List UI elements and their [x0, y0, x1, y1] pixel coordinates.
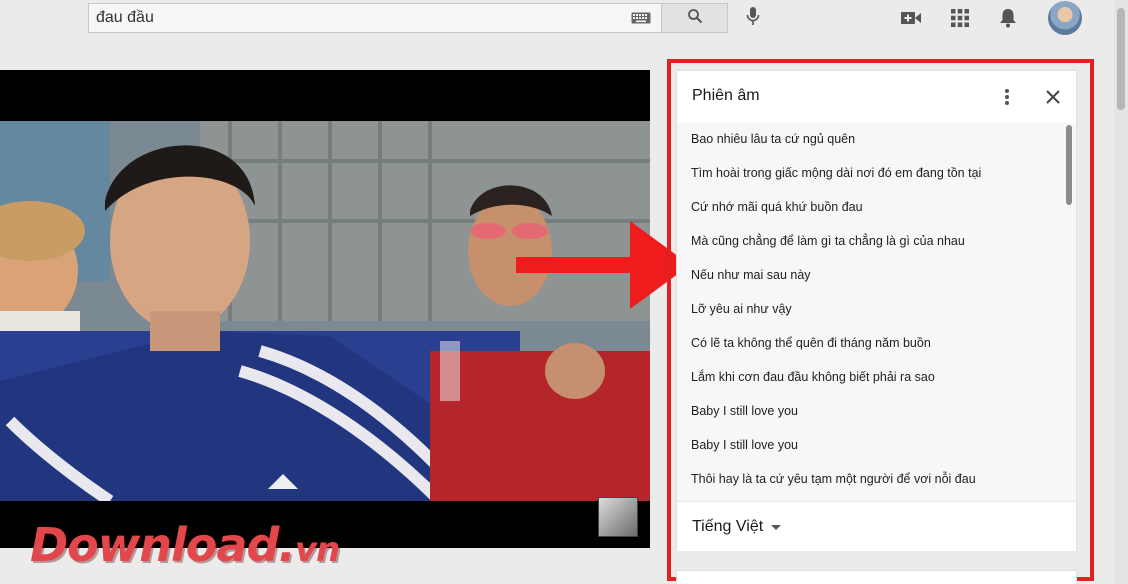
channel-watermark-thumbnail[interactable] [598, 497, 638, 537]
language-dropdown[interactable]: Tiếng Việt [692, 517, 782, 537]
more-vert-icon[interactable] [995, 85, 1019, 109]
dropdown-caret-icon [771, 524, 782, 530]
apps-grid-icon[interactable] [948, 6, 972, 30]
transcript-line[interactable]: Baby I still love you [691, 401, 798, 421]
language-label: Tiếng Việt [692, 518, 764, 535]
transcript-footer: Tiếng Việt [677, 501, 1076, 551]
transcript-panel: Phiên âm Bao nhiêu lâu ta cứ ngủ quên Tì… [676, 70, 1077, 551]
transcript-line[interactable]: Baby I still love you [691, 435, 798, 455]
page-scrollbar-thumb[interactable] [1117, 8, 1125, 110]
transcript-line[interactable]: Thôi hay là ta cứ yêu tạm một người để v… [691, 469, 976, 489]
avatar[interactable] [1048, 1, 1082, 35]
search-button[interactable] [662, 3, 728, 33]
notifications-bell-icon[interactable] [996, 6, 1020, 30]
transcript-line[interactable]: Nếu như mai sau này [691, 265, 811, 285]
transcript-line[interactable]: Bao nhiêu lâu ta cứ ngủ quên [691, 129, 855, 149]
create-video-icon[interactable] [899, 6, 923, 30]
transcript-scrollbar[interactable] [1066, 125, 1072, 205]
transcript-line[interactable]: Mà cũng chẳng để làm gì ta chẳng là gì c… [691, 231, 965, 251]
search-icon [687, 8, 703, 29]
transcript-line[interactable]: Cứ nhớ mãi quá khứ buồn đau [691, 197, 863, 217]
download-vn-watermark: Download.vn [30, 518, 340, 572]
transcript-line[interactable]: Lỡ yêu ai như vậy [691, 299, 792, 319]
transcript-list[interactable]: Bao nhiêu lâu ta cứ ngủ quên Tìm hoài tr… [677, 123, 1076, 501]
page-scrollbar[interactable] [1114, 0, 1128, 584]
keyboard-icon[interactable] [621, 4, 661, 32]
transcript-title: Phiên âm [692, 87, 760, 104]
red-arrow-annotation [516, 221, 690, 309]
watermark-tld: vn [294, 530, 340, 570]
voice-search-button[interactable] [740, 5, 766, 31]
watermark-main: Download [30, 518, 279, 572]
transcript-line[interactable]: Lắm khi cơn đau đầu không biết phải ra s… [691, 367, 935, 387]
search-input[interactable] [89, 4, 621, 32]
microphone-icon [746, 6, 760, 31]
transcript-line[interactable]: Có lẽ ta không thể quên đi tháng năm buồ… [691, 333, 931, 353]
transcript-line[interactable]: Tìm hoài trong giấc mộng dài nơi đó em đ… [691, 163, 981, 183]
next-card [676, 570, 1077, 584]
search-box[interactable] [88, 3, 662, 33]
transcript-header: Phiên âm [677, 71, 1076, 123]
watermark-dot: . [278, 518, 296, 572]
close-icon[interactable] [1041, 85, 1065, 109]
